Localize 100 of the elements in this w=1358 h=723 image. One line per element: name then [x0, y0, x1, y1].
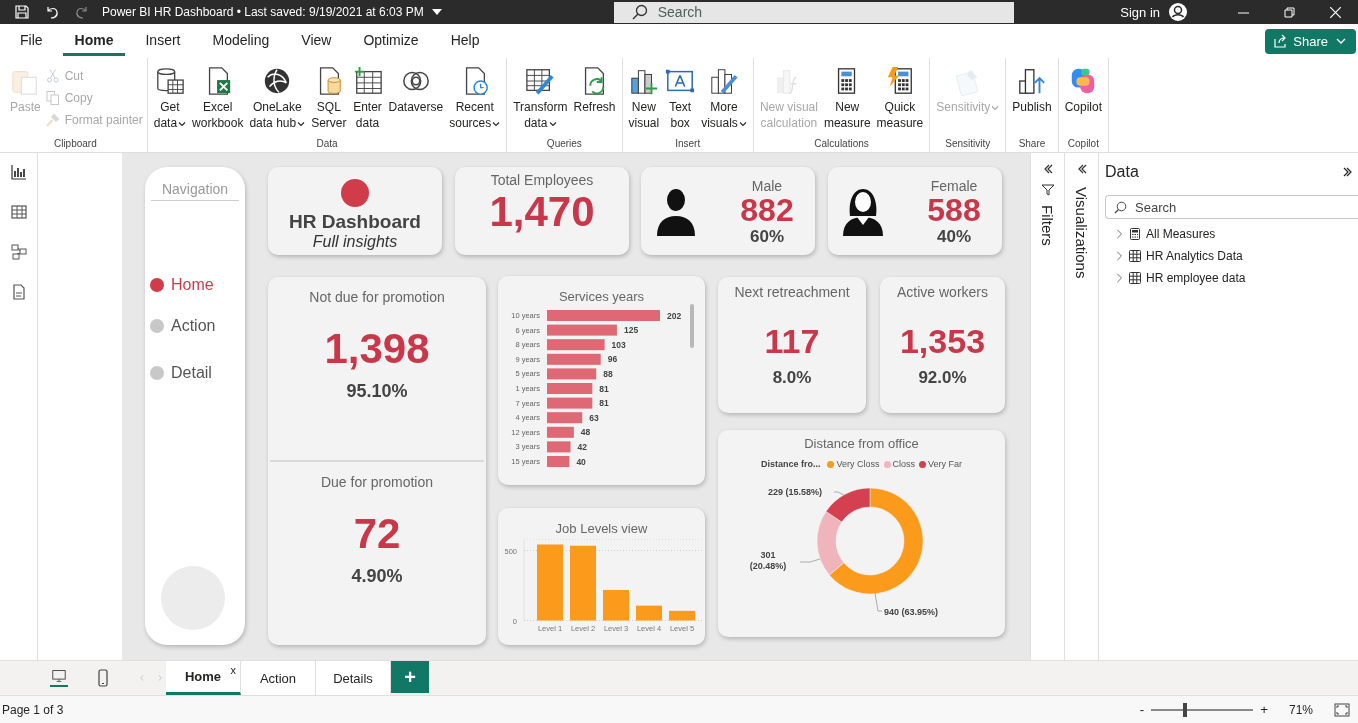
- kpi-value: 117: [764, 324, 820, 360]
- caret-icon[interactable]: [431, 8, 442, 16]
- legend-title: Distance fro...: [760, 459, 821, 469]
- monitor-icon[interactable]: [50, 669, 68, 687]
- data-label: 103: [611, 339, 626, 350]
- ribbon-button[interactable]: OneLake data hub: [247, 66, 308, 138]
- model-icon[interactable]: [9, 243, 28, 261]
- kpi-label: Not due for promotion: [309, 289, 445, 305]
- redo-icon[interactable]: [74, 4, 90, 20]
- data-label: 81: [599, 383, 609, 394]
- kpi-value: 1,470: [489, 190, 595, 235]
- ribbon-button[interactable]: Transform data: [511, 66, 570, 138]
- save-icon[interactable]: [14, 4, 30, 20]
- table-icon[interactable]: [9, 203, 28, 221]
- legend-label: Closs: [892, 459, 915, 469]
- search-field[interactable]: Search: [1105, 195, 1358, 219]
- slider-thumb[interactable]: [1182, 702, 1187, 717]
- data-label: 202: [667, 310, 682, 321]
- bar: [636, 605, 662, 621]
- page-tab[interactable]: Details: [316, 661, 391, 695]
- close-icon: [1329, 6, 1341, 18]
- add-page-button[interactable]: +: [391, 661, 429, 693]
- ribbon-button[interactable]: Publish: [1010, 66, 1054, 138]
- tree-item[interactable]: HR Analytics Data: [1146, 249, 1243, 263]
- kpi-label: Total Employees: [490, 172, 594, 188]
- close-tab-button[interactable]: x: [230, 664, 236, 676]
- bar: [547, 412, 583, 424]
- fit-to-page-icon[interactable]: [1334, 701, 1350, 718]
- search-input[interactable]: Search: [1135, 196, 1358, 218]
- kpi-percentage: 60%: [750, 227, 784, 248]
- group-label: Share: [1017, 138, 1047, 151]
- page-tab[interactable]: Home x: [166, 661, 241, 695]
- kpi-value: 72: [353, 512, 401, 557]
- navigation-title: Navigation: [160, 181, 230, 197]
- nav-item[interactable]: Action: [171, 317, 216, 335]
- data-label: 63: [589, 412, 599, 423]
- ribbon-button[interactable]: SQL Server: [309, 66, 349, 138]
- ribbon-button[interactable]: Text box: [663, 66, 698, 138]
- logo-dot: [341, 178, 369, 207]
- kpi-value: 588: [927, 193, 981, 228]
- kpi-label: Next retreachment: [734, 284, 850, 300]
- undo-icon[interactable]: [44, 4, 60, 20]
- share-button[interactable]: Share: [1265, 28, 1356, 54]
- tree-item[interactable]: HR employee data: [1146, 271, 1246, 285]
- ribbon-button[interactable]: More visuals: [699, 66, 749, 138]
- bar: [547, 353, 601, 365]
- share-icon: [1273, 34, 1288, 48]
- upload-icon: [1017, 66, 1047, 96]
- chart-title: Services years: [557, 288, 646, 304]
- ribbon-button[interactable]: Quick measure: [874, 66, 926, 138]
- kpi-value: 882: [740, 193, 794, 228]
- bar: [547, 397, 593, 409]
- sign-in-link[interactable]: Sign in: [1120, 4, 1160, 20]
- ribbon-button[interactable]: Copilot: [1062, 66, 1105, 138]
- leader-line: [799, 558, 821, 563]
- group-label: Clipboard: [52, 138, 98, 151]
- ribbon-button[interactable]: New measure: [821, 66, 873, 138]
- ribbon-button[interactable]: New visual: [626, 66, 662, 138]
- menu-tab[interactable]: File: [8, 26, 55, 56]
- page-tab[interactable]: Action: [241, 661, 316, 695]
- restore-icon: [1283, 6, 1295, 18]
- search-icon: [631, 4, 648, 20]
- group-label: Copilot: [1066, 138, 1100, 151]
- data-label: 940 (63.95%): [884, 607, 939, 617]
- kpi-value: 1,353: [899, 324, 986, 360]
- legend-label: Very Closs: [836, 459, 880, 469]
- filters-pane-tab[interactable]: Filters: [1039, 205, 1056, 246]
- data-label: 125: [623, 325, 639, 336]
- nav-item[interactable]: Detail: [171, 364, 212, 382]
- bar: [547, 324, 617, 336]
- bar-chart-icon[interactable]: [9, 163, 28, 181]
- menu-tab[interactable]: Insert: [133, 26, 193, 56]
- expand-icon[interactable]: [1342, 166, 1354, 178]
- chart-pencil-icon: [709, 66, 740, 96]
- zoom-out-button[interactable]: -: [1139, 702, 1145, 717]
- ribbon-button[interactable]: Recent sources: [447, 66, 503, 138]
- visualizations-pane-tab[interactable]: Visualizations: [1073, 187, 1090, 279]
- dashboard-subtitle: Full insights: [312, 232, 398, 251]
- ribbon-button[interactable]: Refresh: [571, 66, 618, 138]
- menu-tab[interactable]: Optimize: [351, 26, 431, 56]
- account-icon[interactable]: [1168, 2, 1188, 22]
- zoom-in-button[interactable]: +: [1260, 702, 1268, 717]
- leader-line: [874, 592, 883, 612]
- ribbon-button[interactable]: Dataverse: [386, 66, 446, 138]
- menu-tab[interactable]: View: [289, 26, 344, 56]
- ribbon-button[interactable]: Get data: [151, 66, 189, 138]
- bar: [547, 383, 593, 394]
- bar: [547, 339, 605, 351]
- menu-tab[interactable]: Help: [438, 26, 492, 56]
- ribbon-button[interactable]: Enter data: [350, 66, 385, 138]
- ribbon-button[interactable]: Excel workbook: [190, 66, 246, 138]
- scrollbar-thumb[interactable]: [690, 304, 694, 348]
- kpi-label: Due for promotion: [320, 474, 434, 490]
- nav-item[interactable]: Home: [171, 276, 214, 294]
- bar: [547, 368, 597, 380]
- tree-item[interactable]: All Measures: [1146, 227, 1216, 241]
- group-label: Calculations: [813, 138, 870, 151]
- data-label: 48: [580, 427, 591, 438]
- legend-label: Very Far: [928, 459, 963, 469]
- menu-tab[interactable]: Modeling: [200, 26, 282, 56]
